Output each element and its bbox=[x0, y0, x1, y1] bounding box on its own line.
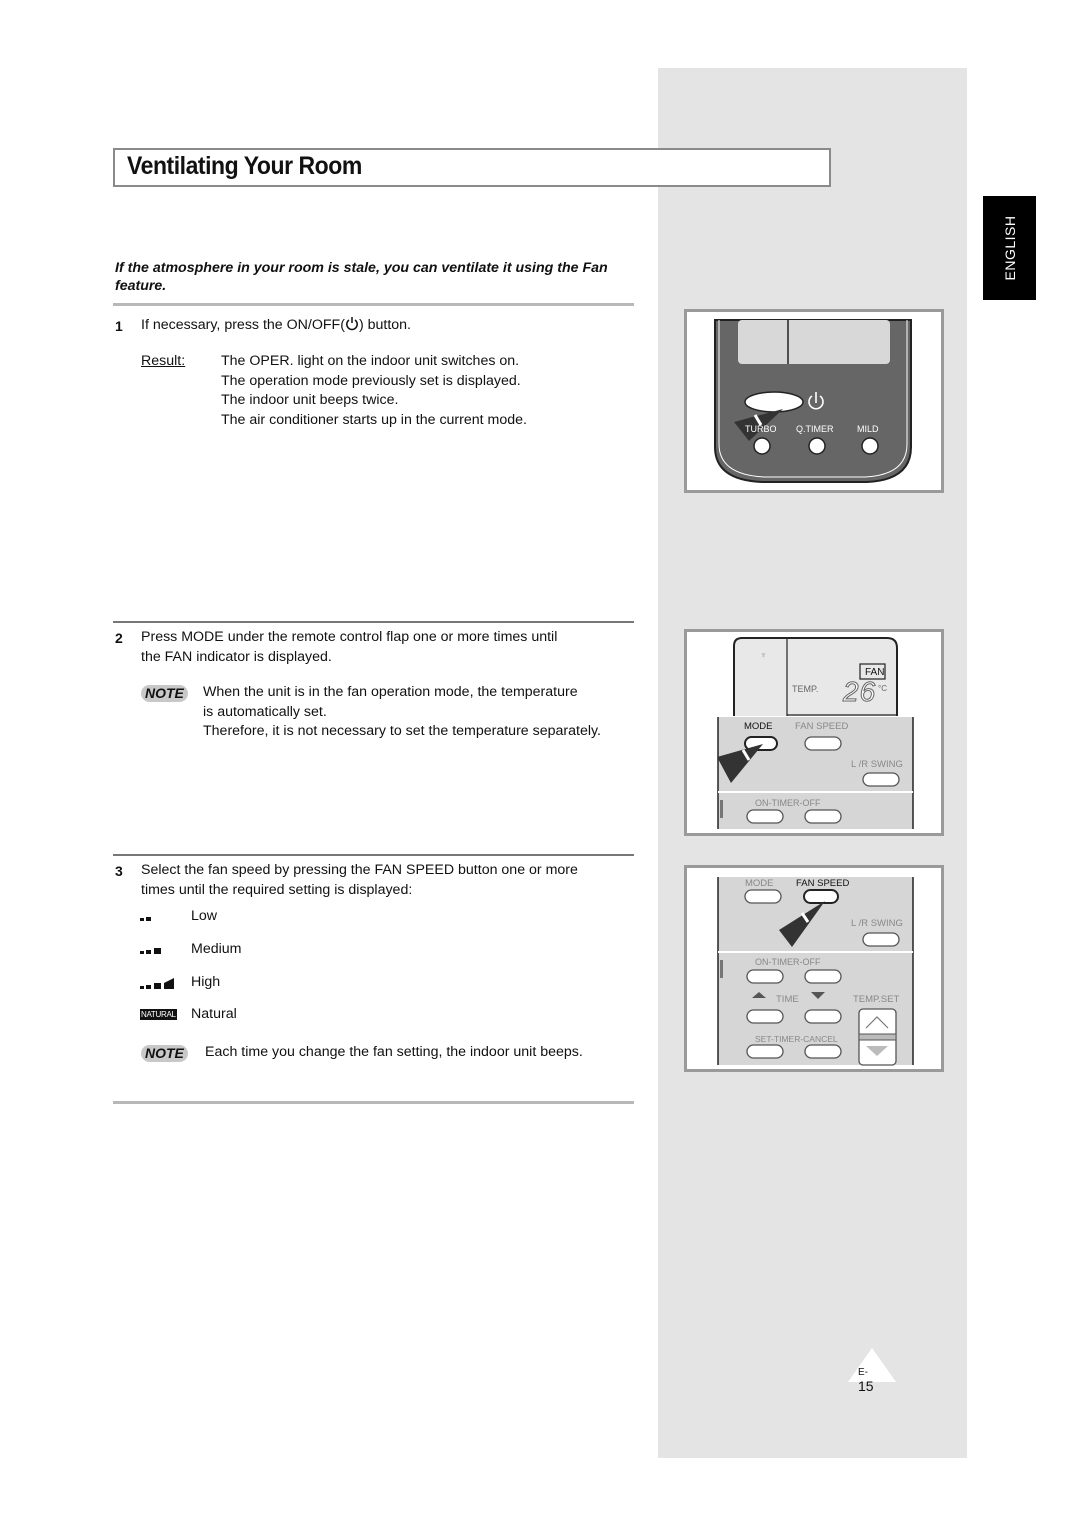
fan-speed-low-icon bbox=[140, 912, 176, 928]
fan-speed-label: Natural bbox=[191, 1006, 237, 1022]
swing-label: L /R SWING bbox=[851, 759, 903, 770]
mode-label: MODE bbox=[744, 721, 773, 732]
step-3-instruction: Select the fan speed by pressing the FAN… bbox=[141, 861, 578, 900]
power-button bbox=[744, 391, 804, 413]
timer-label: ON-TIMER-OFF bbox=[755, 798, 821, 808]
section-divider bbox=[113, 621, 634, 623]
fan-speed-high-icon bbox=[140, 978, 176, 996]
result-line: The air conditioner starts up in the cur… bbox=[221, 411, 527, 428]
fan-speed-label: FAN SPEED bbox=[796, 878, 850, 889]
temp-label: TEMP. bbox=[792, 684, 819, 694]
figure-remote-power: TURBO Q.TIMER MILD bbox=[684, 309, 944, 493]
page-number: E-15 bbox=[858, 1367, 874, 1394]
note-text: When the unit is in the fan operation mo… bbox=[203, 683, 601, 742]
step-text: the FAN indicator is displayed. bbox=[141, 648, 332, 665]
step-number: 1 bbox=[115, 318, 123, 334]
result-line: The OPER. light on the indoor unit switc… bbox=[221, 353, 520, 369]
section-divider bbox=[113, 1101, 634, 1104]
fan-speed-item-low: Low bbox=[140, 908, 340, 928]
fan-speed-natural-icon: NATURAL bbox=[140, 1009, 177, 1020]
temp-value: 26 bbox=[842, 676, 877, 708]
step-2-instruction: Press MODE under the remote control flap… bbox=[141, 628, 557, 667]
intro-text: If the atmosphere in your room is stale,… bbox=[115, 260, 608, 294]
step-text: ) button. bbox=[358, 317, 411, 333]
step-number: 2 bbox=[115, 630, 123, 646]
step-text: If necessary, press the ON/OFF( bbox=[141, 317, 345, 333]
note-text: Each time you change the fan setting, th… bbox=[205, 1044, 583, 1060]
result-list: The OPER. light on the indoor unit switc… bbox=[221, 352, 527, 430]
turbo-label: TURBO bbox=[745, 424, 777, 434]
step-number: 3 bbox=[115, 863, 123, 879]
figure-remote-mode: ♆ FAN TEMP. 26 °C MODE FAN SPEED L /R SW… bbox=[684, 629, 944, 836]
result-label: Result: bbox=[141, 353, 186, 369]
result-line: The operation mode previously set is dis… bbox=[221, 372, 521, 389]
note-badge: NOTE bbox=[141, 685, 188, 703]
step-1-instruction: If necessary, press the ON/OFF( ) button. bbox=[141, 316, 411, 336]
fan-speed-label: Medium bbox=[191, 941, 242, 957]
note-line: is automatically set. bbox=[203, 703, 327, 720]
temp-unit: °C bbox=[878, 684, 887, 693]
fan-speed-label: FAN SPEED bbox=[795, 721, 849, 732]
time-label: TIME bbox=[776, 994, 799, 1005]
section-divider bbox=[113, 303, 634, 306]
page-title: Ventilating Your Room bbox=[127, 152, 362, 180]
figure-remote-fan-speed: MODE FAN SPEED L /R SWING ON-TIMER-OFF T… bbox=[684, 865, 944, 1072]
note-badge: NOTE bbox=[141, 1045, 188, 1063]
fan-speed-item-medium: Medium bbox=[140, 941, 340, 961]
fan-speed-label: Low bbox=[191, 908, 218, 924]
svg-text:♆: ♆ bbox=[760, 650, 767, 660]
set-timer-label: SET-TIMER-CANCEL bbox=[755, 1034, 838, 1044]
language-tab-label: ENGLISH bbox=[1001, 215, 1018, 281]
mode-label: MODE bbox=[745, 878, 774, 889]
step-text: times until the required setting is disp… bbox=[141, 881, 413, 898]
timer-label: ON-TIMER-OFF bbox=[755, 957, 821, 967]
language-tab: ENGLISH bbox=[983, 196, 1036, 300]
fan-speed-item-natural: NATURAL Natural bbox=[140, 1006, 340, 1026]
step-text: Press MODE under the remote control flap… bbox=[141, 629, 558, 645]
temp-set-label: TEMP.SET bbox=[853, 994, 900, 1005]
power-icon bbox=[345, 317, 359, 333]
qtimer-label: Q.TIMER bbox=[796, 424, 834, 434]
step-text: Select the fan speed by pressing the FAN… bbox=[141, 862, 578, 878]
swing-label: L /R SWING bbox=[851, 918, 903, 929]
section-divider bbox=[113, 854, 634, 856]
mild-label: MILD bbox=[857, 424, 879, 434]
fan-speed-medium-icon bbox=[140, 945, 176, 961]
fan-speed-label: High bbox=[191, 974, 221, 990]
result-line: The indoor unit beeps twice. bbox=[221, 392, 399, 408]
remote-control-illustration bbox=[714, 319, 912, 483]
fan-speed-item-high: High bbox=[140, 974, 340, 994]
note-line: Therefore, it is not necessary to set th… bbox=[203, 723, 601, 739]
note-line: When the unit is in the fan operation mo… bbox=[203, 684, 578, 700]
